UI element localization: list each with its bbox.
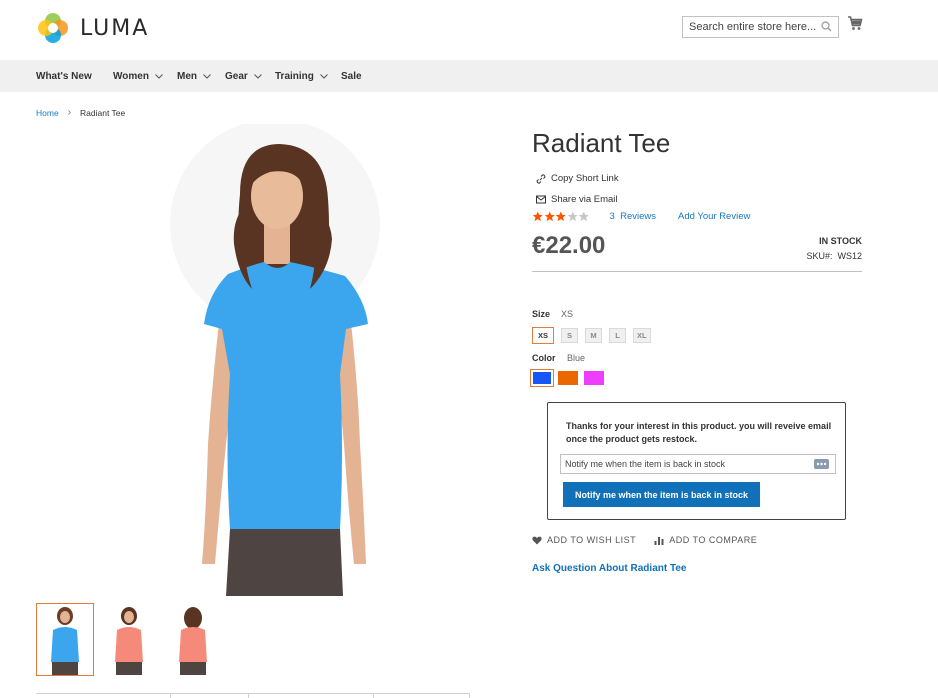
size-option-xl[interactable]: XL <box>633 328 651 343</box>
sku-value: WS12 <box>837 251 862 261</box>
nav-item-women[interactable]: Women <box>113 60 164 92</box>
breadcrumb-separator: › <box>67 107 72 118</box>
nav-label: Men <box>177 70 197 82</box>
luma-logo-icon <box>38 13 68 43</box>
wishlist-label: ADD TO WISH LIST <box>547 535 637 545</box>
size-option-m[interactable]: M <box>585 328 602 343</box>
thumbnail-3[interactable] <box>164 603 222 676</box>
product-title: Radiant Tee <box>532 128 671 158</box>
stock-notify-box: Thanks for your interest in this product… <box>547 402 846 520</box>
thumbnail-1[interactable] <box>36 603 94 676</box>
nav-item-gear[interactable]: Gear <box>225 60 263 92</box>
size-selected-value: XS <box>561 309 574 319</box>
reviews-link[interactable]: 3 Reviews <box>610 211 656 222</box>
reviews-count: 3 <box>609 211 615 222</box>
add-review-link[interactable]: Add Your Review <box>678 211 750 222</box>
info-divider <box>532 271 862 272</box>
notify-button[interactable]: Notify me when the item is back in stock <box>563 482 760 507</box>
nav-label: Women <box>113 70 149 82</box>
search-input[interactable] <box>683 17 818 37</box>
rating-stars <box>532 211 590 222</box>
product-tabs-border <box>36 693 470 698</box>
size-option-s[interactable]: S <box>561 328 578 343</box>
color-swatch-blue[interactable] <box>530 369 554 387</box>
chevron-down-icon <box>253 74 262 79</box>
cart-icon[interactable] <box>847 16 863 31</box>
star-empty-icon <box>567 211 578 222</box>
notify-message: Thanks for your interest in this product… <box>566 421 832 444</box>
nav-item-men[interactable]: Men <box>177 60 212 92</box>
product-social-links: ADD TO WISH LIST ADD TO COMPARE <box>532 535 775 545</box>
nav-label: Gear <box>225 70 248 82</box>
reviews-label: Reviews <box>620 211 656 222</box>
notify-input[interactable] <box>561 455 806 473</box>
star-empty-icon <box>578 211 589 222</box>
chevron-down-icon <box>320 74 328 79</box>
nav-item-training[interactable]: Training <box>275 60 329 92</box>
size-option-l[interactable]: L <box>609 328 626 343</box>
copy-short-link-label: Copy Short Link <box>551 173 619 184</box>
star-filled-icon <box>532 211 543 222</box>
color-options <box>530 369 610 387</box>
nav-item-whats-new[interactable]: What's New <box>36 60 92 92</box>
color-label: Color <box>532 353 556 363</box>
store-logo[interactable]: LUMA <box>36 10 149 46</box>
chevron-down-icon <box>203 74 211 79</box>
nav-label: What's New <box>36 70 92 82</box>
stock-status: IN STOCK <box>819 236 862 246</box>
star-filled-icon <box>544 211 555 222</box>
link-icon <box>536 173 546 184</box>
size-label: Size <box>532 309 551 319</box>
ask-question-link[interactable]: Ask Question About Radiant Tee <box>532 563 686 574</box>
nav-item-sale[interactable]: Sale <box>341 60 362 92</box>
share-via-email-label: Share via Email <box>551 194 618 205</box>
notify-input-wrapper[interactable] <box>560 454 836 474</box>
breadcrumb: Home › Radiant Tee <box>36 107 125 118</box>
product-sku: SKU#: WS12 <box>806 251 862 261</box>
size-options: XS S M L XL <box>532 327 658 344</box>
chevron-down-icon <box>155 74 163 79</box>
product-main-image[interactable] <box>160 124 404 596</box>
search-box[interactable] <box>682 16 839 38</box>
nav-label: Sale <box>341 70 362 82</box>
product-price: €22.00 <box>532 232 606 259</box>
envelope-icon <box>536 195 546 204</box>
add-to-wishlist-link[interactable]: ADD TO WISH LIST <box>532 535 636 545</box>
logo-text: LUMA <box>80 15 150 41</box>
size-option-xs[interactable]: XS <box>532 327 554 344</box>
page-header: LUMA <box>0 0 938 60</box>
color-swatch-purple[interactable] <box>584 371 604 385</box>
add-to-compare-link[interactable]: ADD TO COMPARE <box>654 535 757 545</box>
main-navigation: What's New Women Men Gear Training Sale <box>0 60 938 92</box>
product-rating: 3 Reviews Add Your Review <box>532 211 750 222</box>
color-selected-value: Blue <box>567 353 586 363</box>
breadcrumb-home-link[interactable]: Home <box>36 108 59 118</box>
color-swatch-orange[interactable] <box>558 371 578 385</box>
compare-bars-icon <box>654 536 664 545</box>
star-filled-icon <box>555 211 566 222</box>
breadcrumb-current: Radiant Tee <box>80 107 126 118</box>
share-via-email[interactable]: Share via Email <box>536 194 618 205</box>
sku-label: SKU#: <box>806 251 833 261</box>
search-icon[interactable] <box>821 21 832 32</box>
autofill-dots-icon[interactable] <box>814 459 829 469</box>
copy-short-link[interactable]: Copy Short Link <box>536 173 619 184</box>
thumbnail-2[interactable] <box>100 603 158 676</box>
heart-icon <box>532 536 542 544</box>
compare-label: ADD TO COMPARE <box>669 535 758 545</box>
thumbnail-strip <box>36 603 228 676</box>
nav-label: Training <box>275 70 314 82</box>
